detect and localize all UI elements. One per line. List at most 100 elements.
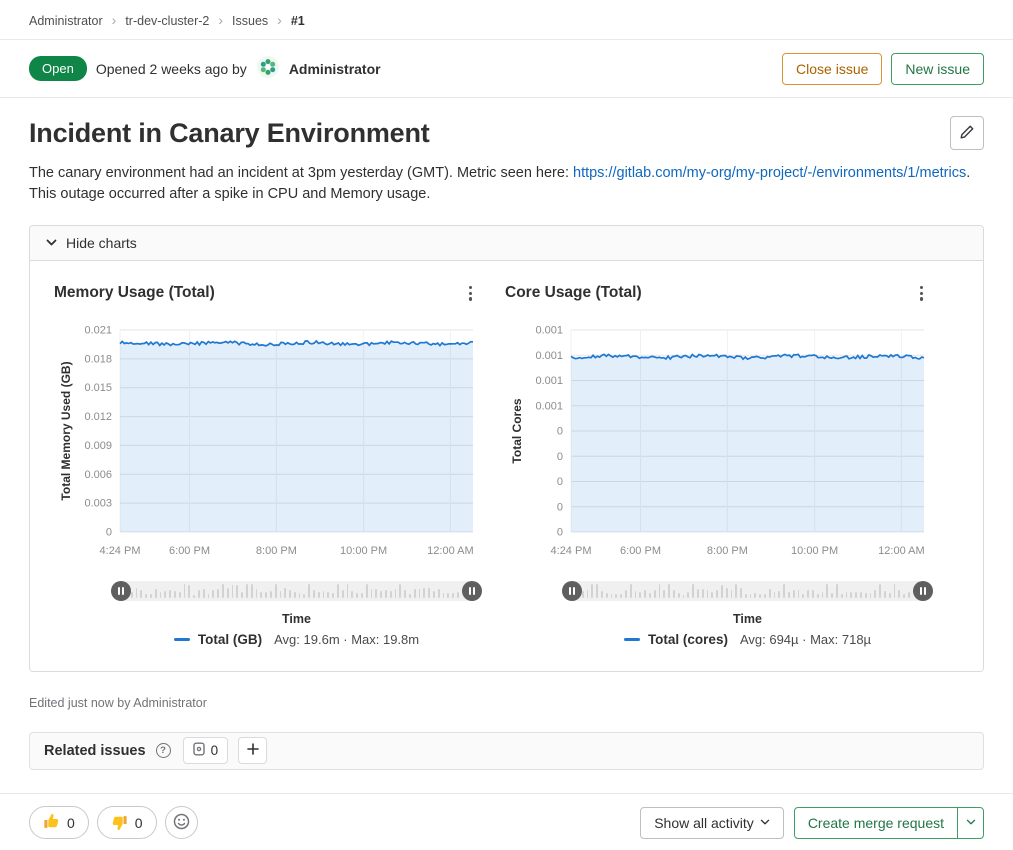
pencil-icon [959,124,975,143]
svg-text:0.003: 0.003 [84,497,112,509]
svg-text:0: 0 [106,526,112,538]
svg-text:0: 0 [557,425,563,437]
legend-swatch [624,638,640,641]
chart-legend: Total (GB) Avg: 19.6m · Max: 19.8m [114,632,479,647]
issue-status-bar: Open Opened 2 weeks ago by Administrator… [0,40,1013,98]
svg-text:0.006: 0.006 [84,468,112,480]
thumbs-up-button[interactable]: 0 [29,806,89,839]
opened-meta-text: Opened 2 weeks ago by [96,61,247,77]
create-merge-request-split-button: Create merge request [794,807,984,839]
add-related-issue-button[interactable] [238,737,267,764]
status-badge: Open [29,56,87,81]
related-issues-count: 0 [211,743,219,758]
close-issue-button[interactable]: Close issue [782,53,882,85]
thumbs-down-icon [111,814,128,831]
description-text: The canary environment had an incident a… [29,165,573,181]
chart-memory-usage: Memory Usage (Total) 0.021 0.018 0.015 0.01… [54,277,479,647]
metrics-link[interactable]: https://gitlab.com/my-org/my-project/-/e… [573,165,966,181]
svg-text:4:24 PM: 4:24 PM [551,545,592,557]
issue-footer-bar: 0 0 [0,793,1013,850]
scrubber-left-handle-icon[interactable] [562,581,582,601]
svg-text:0.001: 0.001 [535,324,563,336]
chart-core-usage: Core Usage (Total) 0.0010.0010.0010.0010… [505,277,930,647]
svg-text:0: 0 [557,501,563,513]
legend-stats: Avg: 19.6m · Max: 19.8m [274,632,419,647]
chart-zoom-scrubber[interactable] [565,581,930,601]
legend-label: Total (GB) [198,632,262,647]
svg-text:8:00 PM: 8:00 PM [256,545,297,557]
new-issue-button[interactable]: New issue [891,53,984,85]
avatar[interactable] [256,55,280,82]
svg-text:0.009: 0.009 [84,439,112,451]
svg-text:12:00 AM: 12:00 AM [427,545,473,557]
legend-label: Total (cores) [648,632,728,647]
chevron-right-icon [218,13,223,28]
breadcrumb-project[interactable]: tr-dev-cluster-2 [125,14,209,28]
scrubber-right-handle-icon[interactable] [913,581,933,601]
chart-menu-kebab-icon[interactable] [913,281,930,306]
metrics-charts-card: Hide charts Memory Usage (Total) 0.0210.… [29,225,984,672]
edit-title-button[interactable] [950,116,984,150]
svg-text:0: 0 [557,476,563,488]
related-issues-label: Related issues [44,743,146,759]
breadcrumb-issue-number: #1 [291,14,305,28]
chart-plot-area: 0.001 0.001 0.001 0.001 0 0 0 0 0 4:24 PM 6:00 PM 8… [505,318,930,573]
charts-body: Memory Usage (Total) 0.021 0.018 0.015 0.01… [30,261,983,671]
scrubber-track[interactable] [114,581,479,601]
svg-text:0.018: 0.018 [84,353,112,365]
related-issues-count-badge: 0 [183,737,229,764]
thumbs-up-icon [43,813,60,833]
svg-text:6:00 PM: 6:00 PM [169,545,210,557]
svg-text:6:00 PM: 6:00 PM [620,545,661,557]
svg-text:0: 0 [557,526,563,538]
chart-zoom-scrubber[interactable] [114,581,479,601]
legend-swatch [174,638,190,641]
create-merge-request-button[interactable]: Create merge request [794,807,958,839]
thumbs-up-count: 0 [67,815,75,831]
scrubber-track[interactable] [565,581,930,601]
help-icon[interactable]: ? [156,743,171,758]
svg-text:0.001: 0.001 [535,400,563,412]
scrubber-right-handle-icon[interactable] [462,581,482,601]
svg-text:Total Cores: Total Cores [510,398,524,463]
thumbs-down-count: 0 [135,815,143,831]
activity-filter-dropdown[interactable]: Show all activity [640,807,784,839]
activity-filter-label: Show all activity [654,815,754,831]
chevron-right-icon [112,13,117,28]
thumbs-down-button[interactable]: 0 [97,806,157,839]
chart-title: Memory Usage (Total) [54,284,215,302]
breadcrumb-administrator[interactable]: Administrator [29,14,103,28]
create-merge-request-dropdown[interactable] [957,807,984,839]
svg-text:0.015: 0.015 [84,382,112,394]
svg-text:0: 0 [557,450,563,462]
svg-text:4:24 PM: 4:24 PM [100,545,141,557]
breadcrumb-issues[interactable]: Issues [232,14,268,28]
svg-text:0.021: 0.021 [84,324,112,336]
svg-text:0.001: 0.001 [535,349,563,361]
issue-title: Incident in Canary Environment [29,118,430,149]
issues-count-icon [193,742,205,759]
scrubber-left-handle-icon[interactable] [111,581,131,601]
add-emoji-button[interactable] [165,806,198,839]
chevron-down-icon [966,819,976,826]
hide-charts-label: Hide charts [66,235,137,251]
svg-text:10:00 PM: 10:00 PM [791,545,838,557]
svg-text:Total Memory Used (GB): Total Memory Used (GB) [59,361,73,500]
chart-menu-kebab-icon[interactable] [462,281,479,306]
related-issues-card: Related issues ? 0 [29,732,984,770]
chevron-right-icon [277,13,282,28]
chart-legend: Total (cores) Avg: 694µ · Max: 718µ [565,632,930,647]
svg-text:8:00 PM: 8:00 PM [707,545,748,557]
chart-plot-area: 0.021 0.018 0.015 0.012 0.009 0.006 0.003 0 4:24… [54,318,479,573]
issue-page: Administrator tr-dev-cluster-2 Issues #1… [0,0,1013,850]
svg-text:0.012: 0.012 [84,411,112,423]
svg-text:0.001: 0.001 [535,375,563,387]
chevron-down-icon [760,819,770,826]
x-axis-title: Time [565,612,930,626]
hide-charts-toggle[interactable]: Hide charts [30,226,983,261]
svg-text:12:00 AM: 12:00 AM [878,545,924,557]
smiley-icon [173,813,190,833]
chart-title: Core Usage (Total) [505,284,642,302]
plus-icon [247,743,259,758]
author-name[interactable]: Administrator [289,61,381,77]
